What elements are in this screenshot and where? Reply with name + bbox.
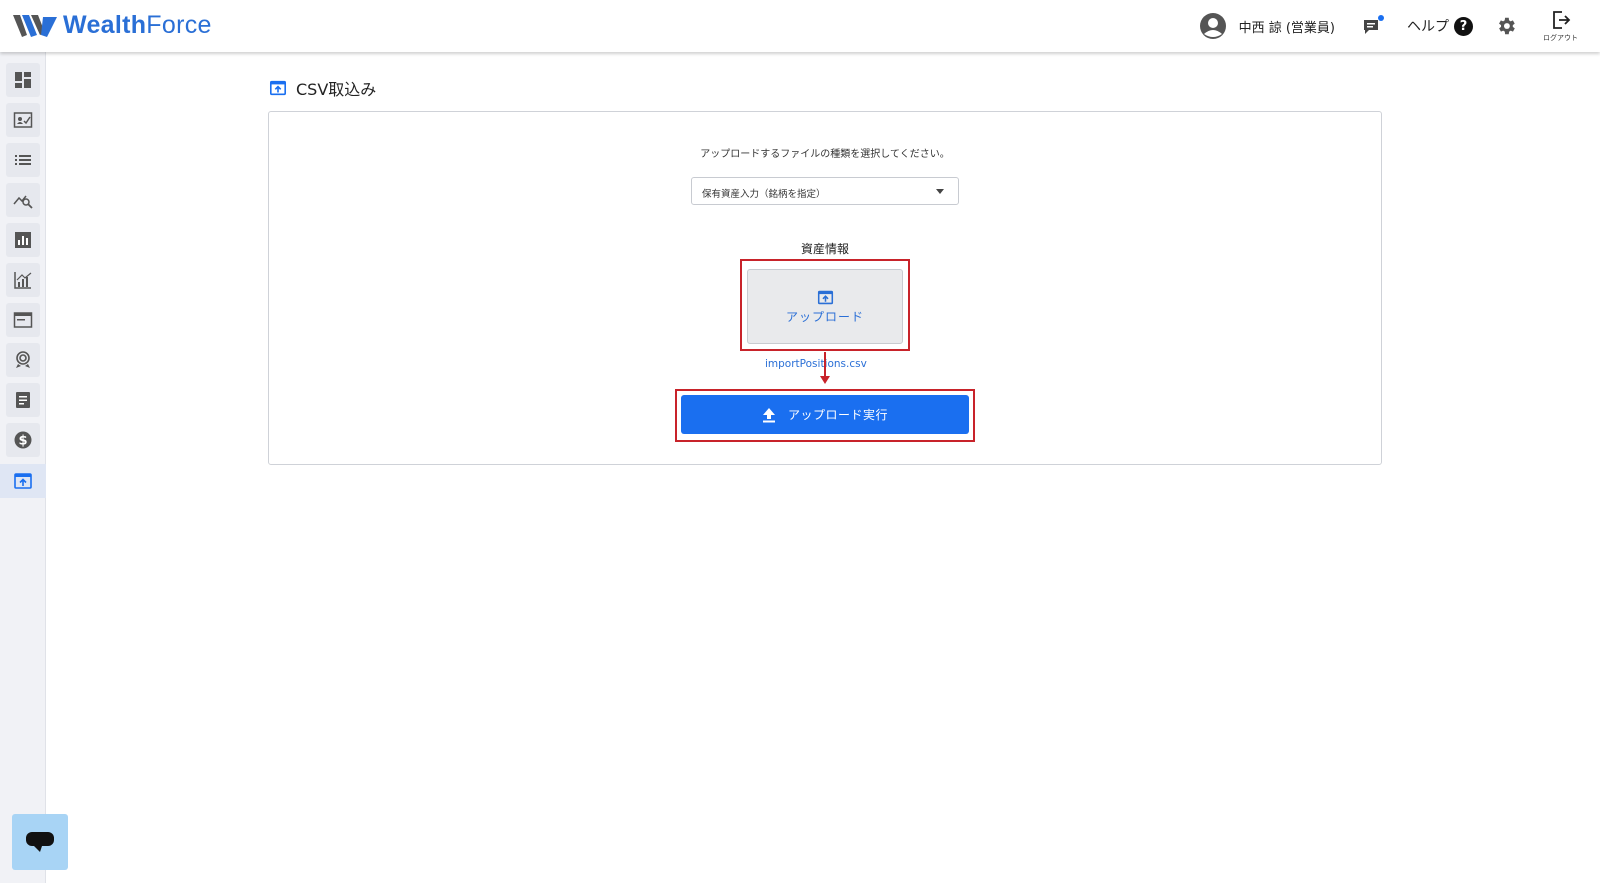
execute-upload-label: アップロード実行 bbox=[787, 408, 888, 422]
sidebar-item-customers[interactable] bbox=[6, 103, 40, 137]
document-icon bbox=[16, 392, 30, 408]
help-button[interactable]: ヘルプ ? bbox=[1407, 16, 1473, 36]
dollar-icon: $ bbox=[14, 431, 32, 449]
sidebar-item-performance[interactable] bbox=[6, 263, 40, 297]
execute-upload-button[interactable]: アップロード実行 bbox=[681, 395, 969, 434]
chevron-down-icon bbox=[936, 189, 944, 194]
logo-text: WealthForce bbox=[63, 11, 212, 39]
chat-launcher-button[interactable] bbox=[12, 814, 68, 870]
section-label: 資産情報 bbox=[800, 242, 849, 256]
user-menu[interactable]: 中西 諒 (営業員) bbox=[1199, 12, 1335, 40]
logout-label: ログアウト bbox=[1543, 34, 1578, 42]
message-icon[interactable] bbox=[1361, 14, 1385, 38]
sidebar-item-csv-import[interactable] bbox=[0, 464, 46, 498]
csv-import-card: アップロードするファイルの種類を選択してください。 保有資産入力（銘柄を指定） … bbox=[268, 111, 1382, 465]
sidebar-item-reports[interactable] bbox=[6, 223, 40, 257]
user-name: 中西 諒 (営業員) bbox=[1238, 20, 1335, 36]
instruction-text: アップロードするファイルの種類を選択してください。 bbox=[700, 149, 950, 160]
gear-icon[interactable] bbox=[1495, 15, 1517, 37]
bar-chart-icon bbox=[15, 232, 31, 248]
selected-filename: importPositions.csv bbox=[765, 358, 867, 370]
sidebar-item-list[interactable] bbox=[6, 143, 40, 177]
analytics-icon bbox=[14, 272, 32, 289]
wealthforce-logo[interactable]: WealthForce bbox=[13, 11, 212, 40]
rings-icon bbox=[16, 351, 30, 368]
avatar-icon bbox=[1199, 13, 1226, 39]
svg-text:$: $ bbox=[18, 434, 27, 449]
sidebar: $ bbox=[0, 52, 46, 883]
sidebar-item-dashboard[interactable] bbox=[6, 63, 40, 97]
upload-arrow-icon bbox=[762, 407, 775, 422]
logout-button[interactable]: ログアウト bbox=[1543, 9, 1578, 43]
chat-bubble-icon bbox=[26, 832, 54, 852]
sidebar-item-fees[interactable]: $ bbox=[6, 423, 40, 457]
page-title: CSV取込み bbox=[269, 76, 376, 100]
sidebar-item-analysis[interactable] bbox=[6, 183, 40, 217]
list-icon bbox=[15, 155, 31, 165]
file-type-select[interactable]: 保有資産入力（銘柄を指定） bbox=[691, 177, 959, 205]
customer-card-icon bbox=[13, 112, 33, 128]
logo-mark-icon bbox=[13, 14, 57, 37]
logout-icon bbox=[1552, 11, 1570, 29]
chart-search-icon bbox=[13, 195, 33, 209]
annotation-arrow-head bbox=[820, 376, 830, 384]
file-type-select-value: 保有資産入力（銘柄を指定） bbox=[702, 189, 826, 200]
sidebar-item-goals[interactable] bbox=[6, 343, 40, 377]
upload-label: アップロード bbox=[785, 309, 864, 324]
sidebar-item-documents[interactable] bbox=[6, 383, 40, 417]
sidebar-item-proposals[interactable] bbox=[6, 303, 40, 337]
csv-import-icon bbox=[269, 80, 287, 96]
window-icon bbox=[13, 312, 33, 328]
upload-button[interactable]: アップロード bbox=[747, 269, 903, 344]
csv-import-icon bbox=[14, 473, 32, 489]
upload-file-icon bbox=[817, 290, 833, 304]
dashboard-icon bbox=[15, 72, 31, 88]
top-header: WealthForce 中西 諒 (営業員) ヘルプ ? ログアウト bbox=[0, 0, 1600, 52]
annotation-arrow-line bbox=[824, 352, 826, 379]
help-icon: ? bbox=[1454, 16, 1473, 36]
page-title-text: CSV取込み bbox=[296, 80, 377, 99]
help-label: ヘルプ bbox=[1407, 19, 1449, 35]
